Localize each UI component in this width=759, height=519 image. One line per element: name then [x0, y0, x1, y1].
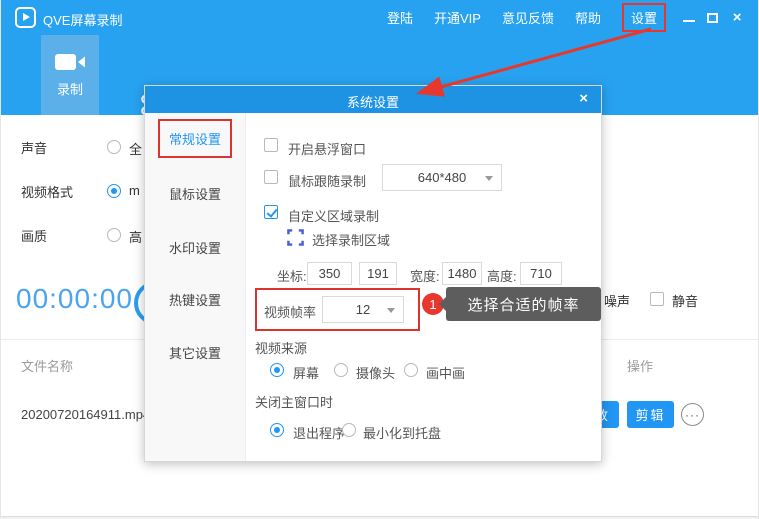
window-controls: ×: [666, 0, 759, 35]
noise-label: 噪声: [604, 291, 630, 310]
dialog-close-icon[interactable]: ×: [579, 90, 588, 107]
file-name-header: 文件名称: [21, 356, 73, 375]
tab-other-settings[interactable]: 其它设置: [145, 343, 245, 362]
menu-login[interactable]: 登陆: [387, 8, 413, 27]
menu-help[interactable]: 帮助: [575, 8, 601, 27]
sound-radio[interactable]: [107, 140, 121, 154]
quality-radio[interactable]: [107, 228, 121, 242]
dialog-content: 开启悬浮窗口 鼠标跟随录制 640*480 自定义区域录制 选择录制区域 坐标:…: [246, 113, 601, 461]
quality-label: 画质: [21, 226, 47, 245]
source-pip-radio[interactable]: [404, 363, 418, 377]
tab-mouse-settings[interactable]: 鼠标设置: [145, 184, 245, 203]
chevron-down-icon: [387, 308, 395, 313]
framerate-label: 视频帧率: [264, 302, 316, 321]
width-label: 宽度:: [410, 266, 440, 285]
coord-x-input[interactable]: [307, 262, 352, 285]
menu-feedback[interactable]: 意见反馈: [502, 8, 554, 27]
source-camera-radio[interactable]: [334, 363, 348, 377]
source-screen-label: 屏幕: [293, 363, 319, 382]
video-format-label: 视频格式: [21, 182, 73, 201]
app-title: QVE屏幕录制: [43, 10, 122, 29]
app-logo-play-icon: [15, 7, 36, 28]
tab-watermark-settings[interactable]: 水印设置: [145, 238, 245, 257]
recording-timer: 00:00:00: [16, 283, 133, 315]
tab-general-settings[interactable]: 常规设置: [145, 119, 245, 158]
format-option-label: m: [129, 183, 140, 198]
height-input[interactable]: [520, 262, 562, 285]
mouse-follow-label: 鼠标跟随录制: [288, 171, 366, 190]
system-settings-dialog: 系统设置 × 常规设置 鼠标设置 水印设置 热键设置 其它设置 开启悬浮窗口 鼠…: [144, 85, 602, 462]
app-window: 声音 全 视频格式 m 画质 高 00:00:00 噪声 静音 文件名称 操作 …: [0, 0, 759, 519]
format-radio[interactable]: [107, 184, 121, 198]
close-minimize-radio[interactable]: [342, 423, 356, 437]
menu-vip[interactable]: 开通VIP: [434, 8, 481, 27]
video-source-label: 视频来源: [255, 338, 307, 357]
height-label: 高度:: [487, 266, 517, 285]
quality-option-label: 高: [129, 227, 142, 246]
camera-icon: [54, 52, 86, 72]
mute-label: 静音: [672, 291, 698, 310]
resolution-value: 640*480: [418, 170, 466, 185]
custom-area-checkbox[interactable]: [264, 205, 278, 219]
close-minimize-label: 最小化到托盘: [363, 423, 441, 442]
operations-header: 操作: [627, 356, 653, 375]
file-name-cell: 20200720164911.mp4: [21, 407, 150, 422]
resolution-dropdown[interactable]: 640*480: [382, 164, 502, 191]
titlebar-menu: 登陆 开通VIP 意见反馈 帮助 设置: [387, 0, 666, 35]
sound-option-label: 全: [129, 139, 142, 158]
coord-label: 坐标:: [277, 266, 307, 285]
close-exit-label: 退出程序: [293, 423, 345, 442]
mute-checkbox[interactable]: [650, 292, 664, 306]
source-pip-label: 画中画: [426, 363, 465, 382]
framerate-dropdown[interactable]: 12: [322, 296, 404, 323]
mouse-follow-checkbox[interactable]: [264, 170, 278, 184]
close-exit-radio[interactable]: [270, 423, 284, 437]
dialog-tab-sidebar: 常规设置 鼠标设置 水印设置 热键设置 其它设置: [145, 113, 246, 461]
select-area-link[interactable]: 选择录制区域: [312, 230, 390, 249]
chevron-down-icon: [485, 176, 493, 181]
edit-button[interactable]: 剪辑: [627, 401, 674, 428]
tab-record[interactable]: 录制: [41, 35, 99, 115]
record-tab-label: 录制: [57, 79, 83, 98]
select-region-icon: [287, 229, 304, 246]
dialog-title: 系统设置: [145, 92, 601, 111]
coord-y-input[interactable]: [359, 262, 397, 285]
tab-hotkey-settings[interactable]: 热键设置: [145, 290, 245, 309]
custom-area-label: 自定义区域录制: [288, 206, 379, 225]
tooltip-text: 选择合适的帧率: [467, 294, 579, 315]
width-input[interactable]: [442, 262, 482, 285]
sound-label: 声音: [21, 138, 47, 157]
maximize-icon[interactable]: [707, 13, 718, 23]
on-close-label: 关闭主窗口时: [255, 392, 333, 411]
dialog-header: 系统设置 ×: [145, 86, 601, 113]
float-window-label: 开启悬浮窗口: [288, 139, 366, 158]
framerate-value: 12: [356, 302, 370, 317]
close-icon[interactable]: ×: [730, 11, 744, 25]
menu-settings[interactable]: 设置: [622, 3, 666, 32]
more-options-button[interactable]: ···: [681, 403, 704, 426]
minimize-icon[interactable]: [682, 11, 696, 25]
source-screen-radio[interactable]: [270, 363, 284, 377]
title-bar: QVE屏幕录制 登陆 开通VIP 意见反馈 帮助 设置 ×: [1, 0, 759, 35]
source-camera-label: 摄像头: [356, 363, 395, 382]
float-window-checkbox[interactable]: [264, 138, 278, 152]
tooltip-arrow: [439, 297, 446, 311]
framerate-tooltip: 选择合适的帧率: [446, 287, 601, 321]
